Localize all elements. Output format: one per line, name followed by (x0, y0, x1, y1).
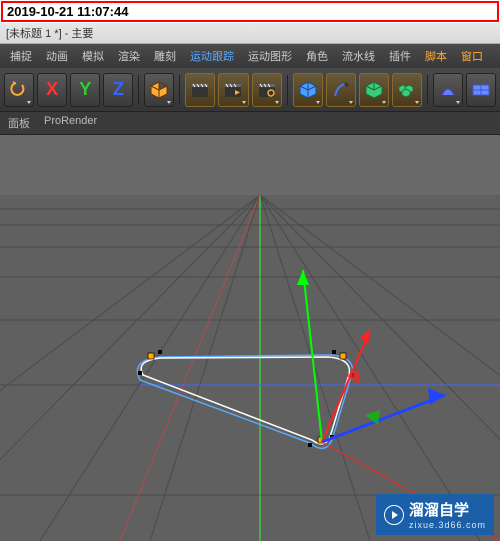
y-axis-icon: Y (79, 79, 91, 100)
array-button[interactable] (392, 73, 422, 107)
viewport-3d[interactable]: 溜溜自学 zixue.3d66.com (0, 135, 500, 541)
pen-icon (330, 79, 352, 101)
viewport-scene (0, 135, 500, 541)
viewport-menu-bar: 面板 ProRender (0, 112, 500, 135)
render-region-button[interactable] (218, 73, 248, 107)
timestamp-overlay: 2019-10-21 11:07:44 (1, 1, 499, 22)
menu-window[interactable]: 窗口 (455, 46, 489, 66)
menu-hair[interactable]: 流水线 (336, 46, 381, 66)
clapboard-play-icon (222, 79, 244, 101)
reset-button[interactable] (4, 73, 34, 107)
generator-button[interactable] (359, 73, 389, 107)
clapboard-icon (189, 79, 211, 101)
watermark-title: 溜溜自学 (409, 502, 469, 519)
main-toolbar: X Y Z (0, 68, 500, 112)
menu-script[interactable]: 脚本 (419, 46, 453, 66)
subdiv-icon (363, 79, 385, 101)
z-axis-button[interactable]: Z (103, 73, 133, 107)
cube-primitive-icon (297, 79, 319, 101)
watermark: 溜溜自学 zixue.3d66.com (376, 494, 494, 535)
menu-sculpt[interactable]: 雕刻 (148, 46, 182, 66)
y-axis-button[interactable]: Y (70, 73, 100, 107)
floor-icon (470, 79, 492, 101)
play-icon (384, 505, 404, 525)
environment-button[interactable] (466, 73, 496, 107)
coord-system-button[interactable] (144, 73, 174, 107)
bend-icon (437, 79, 459, 101)
menu-capture[interactable]: 捕捉 (4, 46, 38, 66)
panel-menu[interactable]: 面板 (8, 115, 30, 131)
menu-animate[interactable]: 动画 (40, 46, 74, 66)
z-axis-icon: Z (113, 79, 124, 100)
menu-render[interactable]: 渲染 (112, 46, 146, 66)
render-view-button[interactable] (185, 73, 215, 107)
array-icon (396, 79, 418, 101)
menu-character[interactable]: 角色 (300, 46, 334, 66)
spline-button[interactable] (326, 73, 356, 107)
window-title: [未标题 1 *] - 主要 (0, 23, 500, 44)
menu-bar: 捕捉 动画 模拟 渲染 雕刻 运动跟踪 运动图形 角色 流水线 插件 脚本 窗口 (0, 44, 500, 68)
menu-motion-track[interactable]: 运动跟踪 (184, 46, 240, 66)
watermark-url: zixue.3d66.com (409, 520, 486, 530)
cube-icon (148, 79, 170, 101)
render-settings-button[interactable] (252, 73, 282, 107)
deformer-button[interactable] (433, 73, 463, 107)
primitive-button[interactable] (293, 73, 323, 107)
menu-simulate[interactable]: 模拟 (76, 46, 110, 66)
x-axis-icon: X (46, 79, 58, 100)
x-axis-button[interactable]: X (37, 73, 67, 107)
clapboard-gear-icon (256, 79, 278, 101)
prorender-menu[interactable]: ProRender (44, 115, 97, 131)
menu-motion-graphics[interactable]: 运动图形 (242, 46, 298, 66)
menu-plugins[interactable]: 插件 (383, 46, 417, 66)
undo-icon (8, 79, 30, 101)
